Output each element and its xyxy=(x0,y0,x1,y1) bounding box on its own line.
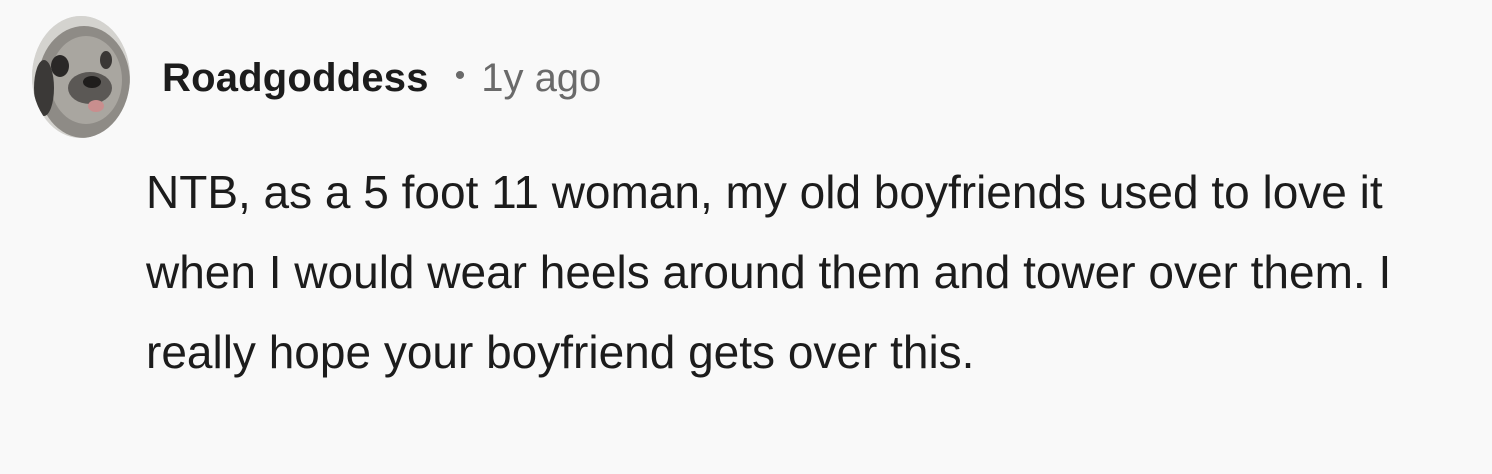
comment-body: NTB, as a 5 foot 11 woman, my old boyfri… xyxy=(146,166,1392,378)
comment-card: Roadgoddess • 1y ago NTB, as a 5 foot 11… xyxy=(0,0,1492,474)
comment-timestamp[interactable]: 1y ago xyxy=(481,56,601,101)
meta-separator: • xyxy=(454,59,466,92)
comment-meta: Roadgoddess • 1y ago xyxy=(162,50,601,106)
dog-avatar-icon xyxy=(32,16,130,138)
username-link[interactable]: Roadgoddess xyxy=(162,56,429,101)
user-avatar[interactable] xyxy=(32,16,130,138)
